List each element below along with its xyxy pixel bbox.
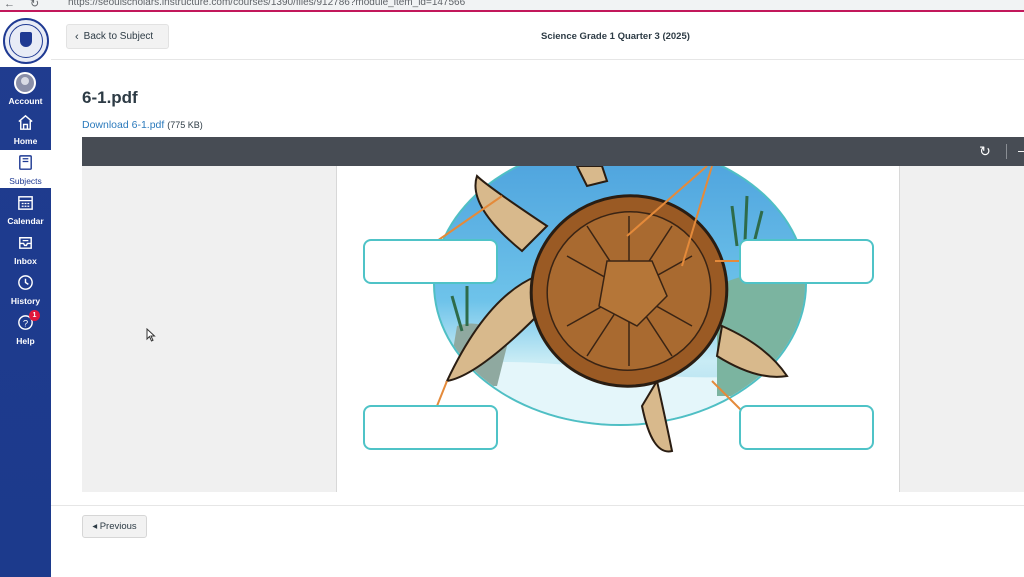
nav-item-label: History: [10, 296, 41, 306]
mouse-cursor-icon: [146, 328, 156, 342]
nav-item-calendar[interactable]: Calendar: [0, 190, 51, 228]
home-icon: [18, 114, 33, 130]
app-root: { "browser": { "url": "https://seoulscho…: [0, 0, 1024, 577]
avatar: [14, 72, 36, 94]
footer-divider: [51, 505, 1024, 506]
pdf-viewer[interactable]: ↻ —: [82, 137, 1024, 492]
back-button-label: Back to Subject: [83, 31, 154, 42]
pdf-page: [336, 166, 900, 492]
nav-item-label: Subjects: [9, 176, 42, 186]
clock-icon: [18, 275, 33, 290]
previous-button[interactable]: ◂ Previous: [82, 515, 147, 538]
viewer-toolbar: ↻ —: [82, 137, 1024, 166]
download-line: Download 6-1.pdf (775 KB): [82, 119, 203, 131]
browser-bar: ← ↻ https://seoulscholars.instructure.co…: [0, 0, 1024, 12]
nav-item-subjects[interactable]: Subjects: [0, 150, 51, 188]
calendar-icon: [18, 196, 33, 210]
browser-nav-icons[interactable]: ← ↻: [4, 0, 45, 10]
page-header: ‹ Back to Subject Science Grade 1 Quarte…: [51, 14, 1024, 60]
school-crest-icon: [2, 17, 49, 64]
sea-turtle-illustration: [363, 166, 874, 453]
school-logo[interactable]: [0, 14, 51, 67]
nav-item-home[interactable]: Home: [0, 110, 51, 148]
nav-item-inbox[interactable]: Inbox: [0, 230, 51, 268]
book-icon: [19, 155, 32, 170]
chevron-left-icon: ‹: [75, 30, 79, 43]
nav-item-label: Account: [8, 96, 43, 106]
nav-item-label: Calendar: [7, 216, 44, 226]
rotate-icon[interactable]: ↻: [977, 143, 993, 159]
notification-badge: 1: [29, 310, 40, 321]
toolbar-divider: [1006, 144, 1007, 159]
file-size: (775 KB): [167, 120, 203, 130]
nav-item-account[interactable]: Account: [0, 70, 51, 108]
inbox-icon: [19, 237, 32, 249]
nav-item-label: Home: [13, 136, 38, 146]
address-bar[interactable]: https://seoulscholars.instructure.com/co…: [68, 0, 465, 8]
nav-item-history[interactable]: History: [0, 270, 51, 308]
nav-item-label: Help: [16, 336, 35, 346]
global-nav: Account Home Subjects Calendar Inbox His…: [0, 14, 51, 577]
zoom-out-icon[interactable]: —: [1018, 142, 1024, 158]
nav-item-help[interactable]: ? 1 Help: [0, 310, 51, 348]
svg-text:?: ?: [23, 318, 28, 329]
course-title: Science Grade 1 Quarter 3 (2025): [541, 31, 690, 42]
back-to-subject-button[interactable]: ‹ Back to Subject: [66, 24, 169, 49]
nav-item-label: Inbox: [14, 256, 37, 266]
download-link[interactable]: Download 6-1.pdf: [82, 119, 164, 131]
page-title: 6-1.pdf: [82, 88, 138, 107]
